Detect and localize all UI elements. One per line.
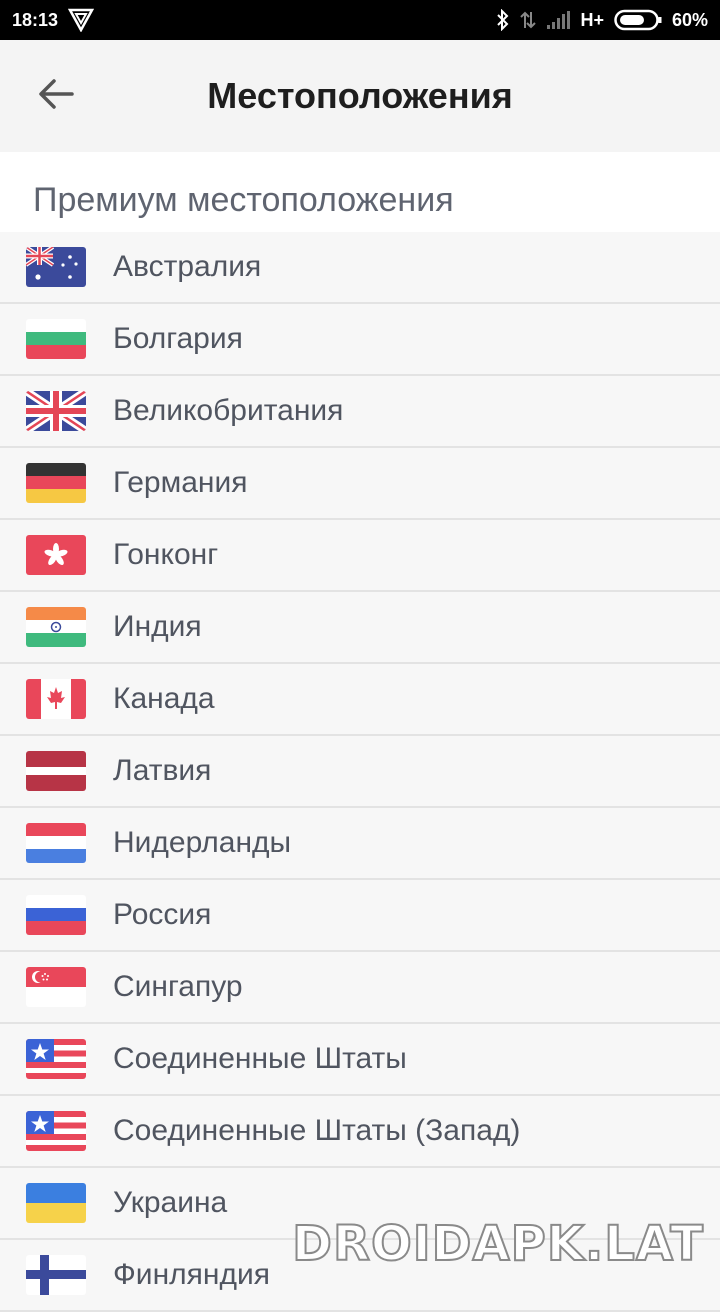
network-type: H+ (580, 9, 604, 30)
finland-flag-icon (26, 1255, 86, 1295)
united-states-flag-icon (26, 1111, 86, 1151)
location-item-india[interactable]: Индия (0, 592, 720, 664)
location-item-australia[interactable]: Австралия (0, 232, 720, 304)
united-states-flag-icon (26, 1039, 86, 1079)
germany-flag-icon (26, 463, 86, 503)
back-button[interactable] (24, 68, 88, 124)
location-name: Латвия (113, 754, 212, 787)
bulgaria-flag-icon (26, 319, 86, 359)
location-name: Великобритания (113, 394, 344, 427)
singapore-flag-icon (26, 967, 86, 1007)
latvia-flag-icon (26, 751, 86, 791)
location-item-bulgaria[interactable]: Болгария (0, 304, 720, 376)
ukraine-flag-icon (26, 1183, 86, 1223)
location-name: Австралия (113, 250, 262, 283)
status-bar: 18:13 H+ 60% (0, 0, 720, 40)
location-item-united-states-west[interactable]: Соединенные Штаты (Запад) (0, 1096, 720, 1168)
bluetooth-icon (496, 9, 510, 31)
arrow-back-icon (38, 78, 74, 115)
location-name: Индия (113, 610, 202, 643)
location-name: Соединенные Штаты (113, 1042, 407, 1075)
battery-percent: 60% (671, 9, 708, 30)
australia-flag-icon (26, 247, 86, 287)
canada-flag-icon (26, 679, 86, 719)
india-flag-icon (26, 607, 86, 647)
hong-kong-flag-icon (26, 535, 86, 575)
location-name: Гонконг (113, 538, 219, 571)
location-name: Украина (113, 1186, 228, 1219)
battery-icon (614, 9, 662, 31)
location-item-canada[interactable]: Канада (0, 664, 720, 736)
location-item-hong-kong[interactable]: Гонконг (0, 520, 720, 592)
signal-icon (546, 10, 571, 30)
location-name: Германия (113, 466, 248, 499)
location-item-united-states[interactable]: Соединенные Штаты (0, 1024, 720, 1096)
location-item-great-britain[interactable]: Великобритания (0, 376, 720, 448)
location-list: Австралия Болгария Великобритания Герман… (0, 232, 720, 1312)
watermark-text: DROIDAPK.LAT (291, 1215, 704, 1273)
netherlands-flag-icon (26, 823, 86, 863)
great-britain-flag-icon (26, 391, 86, 431)
status-time: 18:13 (12, 9, 59, 30)
location-item-russia[interactable]: Россия (0, 880, 720, 952)
location-name: Нидерланды (113, 826, 292, 859)
location-name: Финляндия (113, 1258, 270, 1291)
data-transfer-icon (520, 10, 537, 30)
vpn-shield-icon (68, 8, 95, 32)
location-name: Соединенные Штаты (Запад) (113, 1114, 521, 1147)
page-title: Местоположения (207, 75, 513, 116)
location-item-germany[interactable]: Германия (0, 448, 720, 520)
location-name: Сингапур (113, 970, 243, 1003)
location-item-netherlands[interactable]: Нидерланды (0, 808, 720, 880)
location-name: Болгария (113, 322, 243, 355)
app-bar: Местоположения (0, 40, 720, 152)
russia-flag-icon (26, 895, 86, 935)
location-name: Канада (113, 682, 215, 715)
location-name: Россия (113, 898, 212, 931)
location-item-latvia[interactable]: Латвия (0, 736, 720, 808)
location-item-singapore[interactable]: Сингапур (0, 952, 720, 1024)
